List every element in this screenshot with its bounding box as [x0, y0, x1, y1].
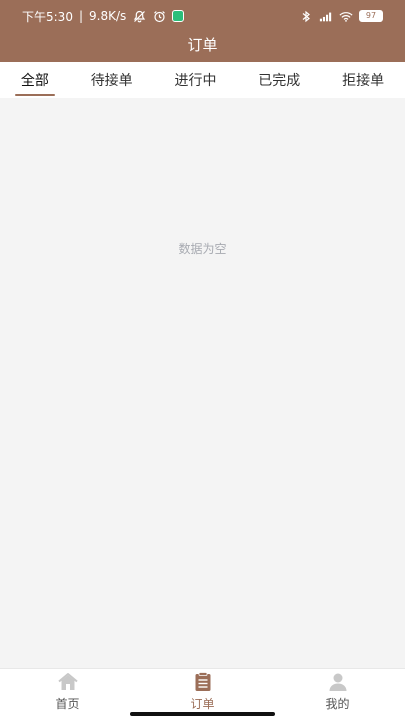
nav-label: 我的 — [325, 697, 350, 711]
tab-label: 进行中 — [174, 73, 217, 89]
bluetooth-icon — [299, 9, 313, 23]
nav-label: 订单 — [190, 697, 215, 711]
nav-profile[interactable]: 我的 — [288, 669, 388, 712]
signal-icon — [319, 9, 333, 23]
tab-rejected[interactable]: 拒接单 — [336, 62, 390, 98]
network-speed: 9.8K/s — [89, 9, 127, 23]
tab-label: 待接单 — [90, 73, 133, 89]
wifi-icon — [339, 9, 353, 23]
app-notification-icon — [172, 10, 185, 22]
status-bar: 下午5:30 | 9.8K/s 97 — [0, 0, 405, 32]
tab-completed[interactable]: 已完成 — [252, 62, 306, 98]
profile-icon — [327, 671, 349, 693]
tab-all[interactable]: 全部 — [14, 62, 55, 98]
tab-label: 拒接单 — [342, 73, 385, 89]
status-right: 97 — [299, 9, 383, 23]
status-left: 下午5:30 | 9.8K/s — [22, 8, 185, 25]
nav-label: 首页 — [55, 697, 80, 711]
mute-bell-icon — [132, 9, 146, 23]
tab-pending[interactable]: 待接单 — [85, 62, 139, 98]
home-indicator — [130, 712, 275, 716]
tab-label: 全部 — [20, 73, 49, 89]
order-list[interactable]: 数据为空 — [0, 98, 405, 668]
home-icon — [57, 671, 79, 693]
top-bar: 下午5:30 | 9.8K/s 97 订单 — [0, 0, 405, 62]
page-title: 订单 — [187, 36, 218, 54]
empty-state-text: 数据为空 — [178, 242, 227, 256]
nav-orders[interactable]: 订单 — [153, 669, 253, 712]
nav-home[interactable]: 首页 — [18, 669, 118, 712]
battery-icon: 97 — [359, 10, 383, 22]
alarm-icon — [152, 9, 166, 23]
tab-label: 已完成 — [258, 73, 301, 89]
order-list-icon — [192, 671, 214, 693]
order-tabs: 全部 待接单 进行中 已完成 拒接单 — [0, 62, 405, 98]
status-time: 下午5:30 — [22, 9, 73, 24]
tab-in-progress[interactable]: 进行中 — [168, 62, 222, 98]
status-separator: | — [78, 9, 83, 23]
